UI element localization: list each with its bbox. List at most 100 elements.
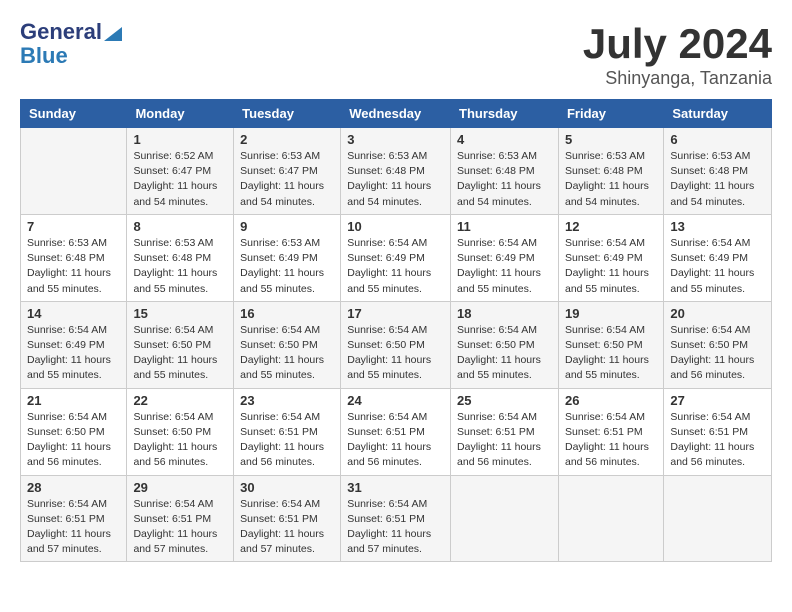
day-info: Sunrise: 6:54 AM Sunset: 6:51 PM Dayligh… (670, 410, 765, 471)
calendar-cell: 19 Sunrise: 6:54 AM Sunset: 6:50 PM Dayli… (558, 301, 663, 388)
calendar-cell: 6 Sunrise: 6:53 AM Sunset: 6:48 PM Daylig… (664, 128, 772, 215)
weekday-header-tuesday: Tuesday (234, 100, 341, 128)
weekday-header-thursday: Thursday (451, 100, 559, 128)
day-number: 20 (670, 306, 765, 321)
day-number: 30 (240, 480, 334, 495)
weekday-header-saturday: Saturday (664, 100, 772, 128)
calendar-cell: 29Sunrise: 6:54 AM Sunset: 6:51 PM Dayli… (127, 475, 234, 562)
day-number: 3 (347, 132, 444, 147)
day-number: 8 (133, 219, 227, 234)
day-number: 24 (347, 393, 444, 408)
day-number: 2 (240, 132, 334, 147)
logo-text-general: General (20, 20, 102, 44)
title-block: July 2024 Shinyanga, Tanzania (583, 20, 772, 89)
calendar-table: SundayMondayTuesdayWednesdayThursdayFrid… (20, 99, 772, 562)
day-info: Sunrise: 6:53 AM Sunset: 6:48 PM Dayligh… (670, 149, 765, 210)
calendar-cell: 5 Sunrise: 6:53 AM Sunset: 6:48 PM Daylig… (558, 128, 663, 215)
day-number: 23 (240, 393, 334, 408)
day-info: Sunrise: 6:54 AM Sunset: 6:50 PM Dayligh… (240, 323, 334, 384)
day-info: Sunrise: 6:54 AM Sunset: 6:50 PM Dayligh… (133, 323, 227, 384)
day-info: Sunrise: 6:54 AM Sunset: 6:51 PM Dayligh… (240, 410, 334, 471)
day-number: 27 (670, 393, 765, 408)
calendar-cell (558, 475, 663, 562)
calendar-cell: 20 Sunrise: 6:54 AM Sunset: 6:50 PM Dayli… (664, 301, 772, 388)
day-number: 14 (27, 306, 120, 321)
day-info: Sunrise: 6:53 AM Sunset: 6:48 PM Dayligh… (565, 149, 657, 210)
calendar-cell: 11 Sunrise: 6:54 AM Sunset: 6:49 PM Dayli… (451, 214, 559, 301)
day-info: Sunrise: 6:54 AM Sunset: 6:50 PM Dayligh… (457, 323, 552, 384)
calendar-cell: 24Sunrise: 6:54 AM Sunset: 6:51 PM Dayli… (341, 388, 451, 475)
calendar-title: July 2024 (583, 20, 772, 68)
day-info: Sunrise: 6:54 AM Sunset: 6:50 PM Dayligh… (27, 410, 120, 471)
day-number: 22 (133, 393, 227, 408)
day-number: 12 (565, 219, 657, 234)
calendar-cell: 2Sunrise: 6:53 AM Sunset: 6:47 PM Daylig… (234, 128, 341, 215)
calendar-cell: 30 Sunrise: 6:54 AM Sunset: 6:51 PM Dayli… (234, 475, 341, 562)
day-info: Sunrise: 6:54 AM Sunset: 6:49 PM Dayligh… (457, 236, 552, 297)
day-info: Sunrise: 6:53 AM Sunset: 6:48 PM Dayligh… (133, 236, 227, 297)
calendar-week-row: 14 Sunrise: 6:54 AM Sunset: 6:49 PM Dayli… (21, 301, 772, 388)
calendar-cell: 25 Sunrise: 6:54 AM Sunset: 6:51 PM Dayli… (451, 388, 559, 475)
day-info: Sunrise: 6:54 AM Sunset: 6:51 PM Dayligh… (240, 497, 334, 558)
calendar-cell (664, 475, 772, 562)
logo: General Blue (20, 20, 122, 68)
calendar-cell: 21 Sunrise: 6:54 AM Sunset: 6:50 PM Dayli… (21, 388, 127, 475)
weekday-header-friday: Friday (558, 100, 663, 128)
day-info: Sunrise: 6:54 AM Sunset: 6:51 PM Dayligh… (133, 497, 227, 558)
day-number: 4 (457, 132, 552, 147)
day-info: Sunrise: 6:54 AM Sunset: 6:49 PM Dayligh… (27, 323, 120, 384)
day-number: 7 (27, 219, 120, 234)
calendar-cell: 27 Sunrise: 6:54 AM Sunset: 6:51 PM Dayli… (664, 388, 772, 475)
calendar-cell: 8 Sunrise: 6:53 AM Sunset: 6:48 PM Daylig… (127, 214, 234, 301)
day-number: 17 (347, 306, 444, 321)
calendar-cell: 10 Sunrise: 6:54 AM Sunset: 6:49 PM Dayli… (341, 214, 451, 301)
day-info: Sunrise: 6:54 AM Sunset: 6:49 PM Dayligh… (565, 236, 657, 297)
day-number: 31 (347, 480, 444, 495)
calendar-cell: 26 Sunrise: 6:54 AM Sunset: 6:51 PM Dayli… (558, 388, 663, 475)
calendar-cell (21, 128, 127, 215)
day-info: Sunrise: 6:54 AM Sunset: 6:51 PM Dayligh… (27, 497, 120, 558)
calendar-cell: 14 Sunrise: 6:54 AM Sunset: 6:49 PM Dayli… (21, 301, 127, 388)
day-number: 21 (27, 393, 120, 408)
calendar-cell: 9Sunrise: 6:53 AM Sunset: 6:49 PM Daylig… (234, 214, 341, 301)
day-number: 19 (565, 306, 657, 321)
day-number: 11 (457, 219, 552, 234)
day-number: 26 (565, 393, 657, 408)
calendar-cell: 7Sunrise: 6:53 AM Sunset: 6:48 PM Daylig… (21, 214, 127, 301)
calendar-cell: 28 Sunrise: 6:54 AM Sunset: 6:51 PM Dayli… (21, 475, 127, 562)
calendar-cell: 17 Sunrise: 6:54 AM Sunset: 6:50 PM Dayli… (341, 301, 451, 388)
calendar-cell: 4 Sunrise: 6:53 AM Sunset: 6:48 PM Daylig… (451, 128, 559, 215)
calendar-week-row: 1Sunrise: 6:52 AM Sunset: 6:47 PM Daylig… (21, 128, 772, 215)
day-info: Sunrise: 6:54 AM Sunset: 6:50 PM Dayligh… (347, 323, 444, 384)
calendar-cell: 3 Sunrise: 6:53 AM Sunset: 6:48 PM Daylig… (341, 128, 451, 215)
calendar-cell: 13 Sunrise: 6:54 AM Sunset: 6:49 PM Dayli… (664, 214, 772, 301)
day-info: Sunrise: 6:53 AM Sunset: 6:48 PM Dayligh… (457, 149, 552, 210)
calendar-week-row: 28 Sunrise: 6:54 AM Sunset: 6:51 PM Dayli… (21, 475, 772, 562)
calendar-cell: 31Sunrise: 6:54 AM Sunset: 6:51 PM Dayli… (341, 475, 451, 562)
day-number: 6 (670, 132, 765, 147)
calendar-week-row: 21 Sunrise: 6:54 AM Sunset: 6:50 PM Dayli… (21, 388, 772, 475)
logo-bird-icon (104, 19, 122, 41)
day-info: Sunrise: 6:54 AM Sunset: 6:50 PM Dayligh… (670, 323, 765, 384)
calendar-cell: 23 Sunrise: 6:54 AM Sunset: 6:51 PM Dayli… (234, 388, 341, 475)
calendar-cell: 1Sunrise: 6:52 AM Sunset: 6:47 PM Daylig… (127, 128, 234, 215)
day-number: 25 (457, 393, 552, 408)
day-number: 28 (27, 480, 120, 495)
day-info: Sunrise: 6:53 AM Sunset: 6:48 PM Dayligh… (347, 149, 444, 210)
day-number: 5 (565, 132, 657, 147)
day-info: Sunrise: 6:54 AM Sunset: 6:49 PM Dayligh… (347, 236, 444, 297)
day-info: Sunrise: 6:54 AM Sunset: 6:51 PM Dayligh… (457, 410, 552, 471)
day-number: 10 (347, 219, 444, 234)
day-info: Sunrise: 6:54 AM Sunset: 6:51 PM Dayligh… (565, 410, 657, 471)
weekday-header-row: SundayMondayTuesdayWednesdayThursdayFrid… (21, 100, 772, 128)
day-info: Sunrise: 6:54 AM Sunset: 6:49 PM Dayligh… (670, 236, 765, 297)
day-info: Sunrise: 6:54 AM Sunset: 6:50 PM Dayligh… (565, 323, 657, 384)
day-number: 1 (133, 132, 227, 147)
day-info: Sunrise: 6:53 AM Sunset: 6:49 PM Dayligh… (240, 236, 334, 297)
day-number: 13 (670, 219, 765, 234)
page-header: General Blue July 2024 Shinyanga, Tanzan… (20, 20, 772, 89)
calendar-week-row: 7 Sunrise: 6:53 AM Sunset: 6:48 PM Daylig… (21, 214, 772, 301)
calendar-cell: 18Sunrise: 6:54 AM Sunset: 6:50 PM Dayli… (451, 301, 559, 388)
calendar-cell (451, 475, 559, 562)
weekday-header-sunday: Sunday (21, 100, 127, 128)
